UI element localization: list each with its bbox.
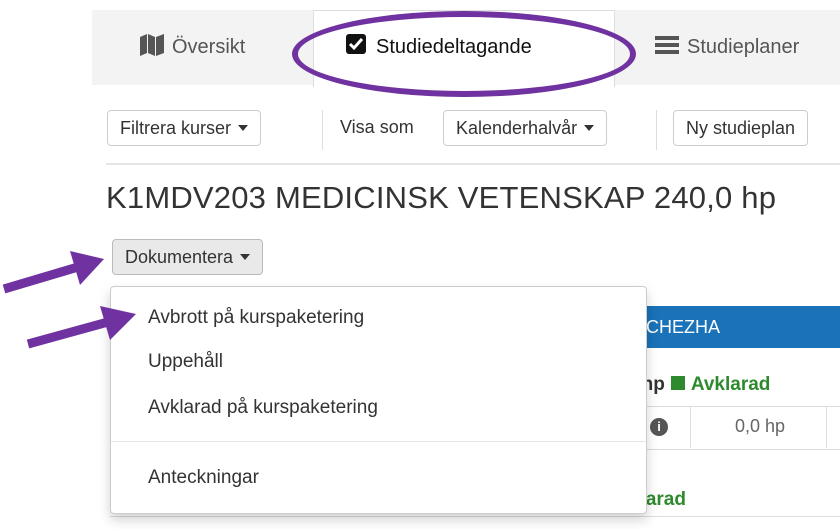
- filter-courses-button[interactable]: Filtrera kurser: [107, 110, 262, 146]
- tab-oversikt[interactable]: Översikt: [140, 10, 245, 85]
- view-as-select[interactable]: Kalenderhalvår: [443, 110, 608, 146]
- menu-item-uppehall[interactable]: Uppehåll: [148, 351, 223, 373]
- program-heading: K1MDV203 MEDICINSK VETENSKAP 240,0 hp: [106, 180, 777, 215]
- caret-down-icon: [240, 254, 251, 260]
- menu-item-anteckningar[interactable]: Anteckningar: [148, 467, 259, 489]
- filter-label: Filtrera kurser: [120, 117, 232, 138]
- course-package-code: 1CHEZHA: [636, 316, 721, 337]
- new-plan-label: Ny studieplan: [686, 117, 796, 138]
- view-as-label: Visa som: [340, 117, 414, 137]
- list-icon: [655, 35, 679, 61]
- caret-down-icon: [238, 125, 249, 131]
- cell-hp-value: 0,0 hp: [735, 416, 786, 436]
- menu-item-avbrott[interactable]: Avbrott på kurspaketering: [148, 307, 364, 329]
- menu-divider: [111, 441, 646, 442]
- document-dropdown-menu: Avbrott på kurspaketering Uppehåll Avkla…: [110, 286, 647, 514]
- caret-down-icon: [584, 125, 595, 131]
- cell-divider: [826, 406, 827, 448]
- tab-studiedeltagande[interactable]: Studiedeltagande: [313, 10, 615, 87]
- info-icon[interactable]: i: [650, 418, 668, 436]
- tab-label: Översikt: [172, 36, 246, 58]
- status-line: ) hp Avklarad: [630, 374, 770, 396]
- toolbar-divider: [322, 110, 323, 150]
- map-icon: [140, 33, 164, 62]
- status-text: Avklarad: [690, 374, 771, 395]
- checkbox-checked-icon: [346, 34, 366, 60]
- menu-item-avklarad[interactable]: Avklarad på kurspaketering: [148, 397, 378, 419]
- tab-label: Studiedeltagande: [376, 35, 532, 58]
- table-row: [110, 516, 840, 529]
- view-as-value: Kalenderhalvår: [456, 117, 578, 138]
- new-study-plan-button[interactable]: Ny studieplan: [673, 110, 809, 146]
- tab-studieplaner[interactable]: Studieplaner: [655, 10, 799, 85]
- status-square-icon: [670, 376, 685, 391]
- toolbar-divider: [656, 110, 657, 150]
- document-dropdown-button[interactable]: Dokumentera: [112, 239, 264, 275]
- annotation-arrow: [2, 251, 104, 294]
- cell-divider: [690, 406, 691, 448]
- tab-label: Studieplaner: [687, 36, 800, 58]
- toolbar-rule: [106, 163, 840, 165]
- document-label: Dokumentera: [125, 246, 234, 267]
